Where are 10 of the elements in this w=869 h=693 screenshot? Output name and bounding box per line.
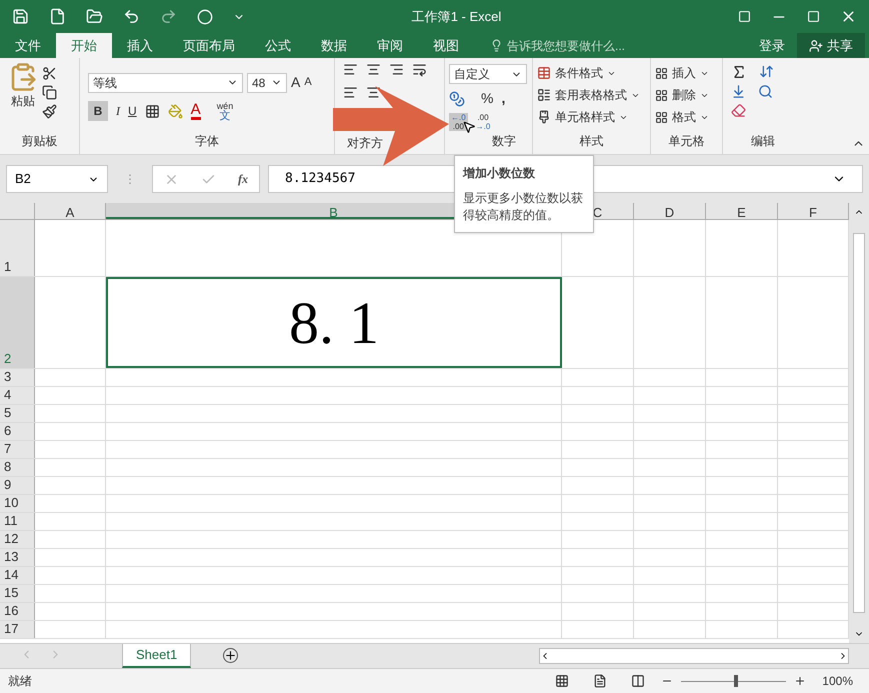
- tooltip-title: 增加小数位数: [463, 165, 536, 182]
- status-text: 就绪: [8, 673, 32, 690]
- group-label: 单元格: [668, 133, 704, 150]
- group-label: 对齐方: [346, 135, 383, 152]
- group-label: 字体: [195, 133, 219, 150]
- group-label: 数字: [492, 133, 517, 150]
- group-label: 剪贴板: [22, 133, 58, 150]
- group-label: 编辑: [751, 133, 775, 150]
- window-title: 工作簿1 - Excel: [410, 8, 502, 26]
- group-label: 样式: [580, 133, 604, 150]
